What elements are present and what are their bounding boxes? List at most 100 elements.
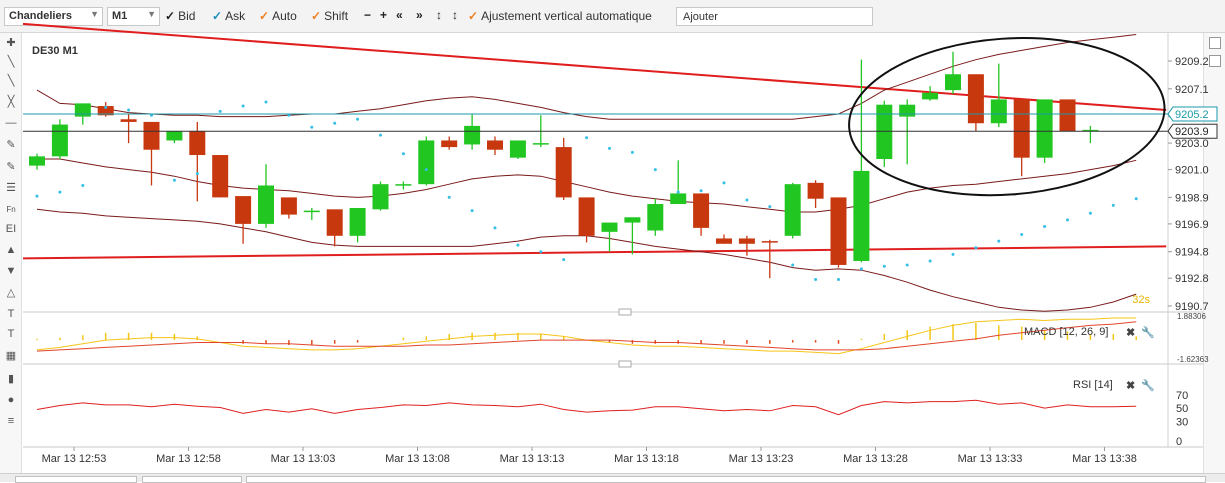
time-tick-label: Mar 13 13:28 bbox=[843, 453, 908, 465]
rsi-settings-icon[interactable]: 🔧 bbox=[1141, 378, 1155, 392]
bull-candle bbox=[945, 74, 961, 91]
macd-settings-icon[interactable]: 🔧 bbox=[1141, 325, 1155, 339]
sar-dot bbox=[585, 136, 589, 140]
sar-dot bbox=[58, 190, 62, 194]
time-tick-label: Mar 13 12:53 bbox=[42, 453, 107, 465]
bull-candle bbox=[51, 124, 68, 157]
bear-candle bbox=[235, 196, 252, 224]
sar-dot bbox=[539, 250, 543, 254]
bear-candle bbox=[693, 193, 710, 228]
sar-dot bbox=[722, 181, 726, 185]
price-tick-label: 9196.9 bbox=[1175, 219, 1209, 231]
bull-candle bbox=[853, 170, 870, 261]
bull-candle bbox=[899, 104, 916, 117]
rsi-tick-label: 50 bbox=[1176, 403, 1188, 415]
bull-candle bbox=[876, 104, 893, 159]
bull-candle bbox=[990, 99, 1007, 124]
ask-price-label: 9205.2 bbox=[1175, 109, 1209, 121]
bull-candle bbox=[509, 140, 526, 158]
bull-candle bbox=[349, 208, 366, 236]
chart-area: 9209.29207.19205.09203.09201.09198.99196… bbox=[22, 22, 1218, 473]
time-tick-label: Mar 13 13:38 bbox=[1072, 453, 1137, 465]
sar-dot bbox=[493, 226, 497, 230]
sar-dot bbox=[241, 104, 245, 108]
sar-dot bbox=[814, 278, 818, 282]
sar-dot bbox=[401, 152, 405, 156]
bull-candle bbox=[784, 184, 801, 236]
sar-dot bbox=[1043, 225, 1047, 229]
bull-candle bbox=[303, 210, 320, 213]
bull-candle bbox=[418, 140, 435, 185]
macd-label[interactable]: MACD [12, 26, 9] bbox=[1024, 326, 1108, 338]
price-tick-label: 9207.1 bbox=[1175, 84, 1209, 96]
sar-dot bbox=[379, 133, 382, 137]
rsi-label[interactable]: RSI [14] bbox=[1073, 379, 1113, 391]
sar-dot bbox=[1088, 211, 1092, 215]
rsi-tick-label: 30 bbox=[1176, 416, 1188, 428]
time-tick-label: Mar 13 13:33 bbox=[958, 453, 1023, 465]
bear-candle bbox=[326, 209, 343, 236]
bull-candle bbox=[601, 222, 618, 232]
panel-resize-handle bbox=[618, 360, 632, 368]
sar-dot bbox=[470, 209, 474, 213]
rsi-close-icon[interactable]: ✖ bbox=[1126, 380, 1135, 392]
bid-price-label: 9203.9 bbox=[1175, 126, 1209, 138]
sar-dot bbox=[516, 243, 520, 247]
bear-candle bbox=[120, 119, 137, 122]
sar-dot bbox=[310, 125, 314, 129]
sar-dot bbox=[1111, 203, 1115, 207]
time-tick-label: Mar 13 13:18 bbox=[614, 453, 679, 465]
time-tick-label: Mar 13 13:08 bbox=[385, 453, 450, 465]
ask-price-tag: 9205.2 bbox=[1167, 106, 1218, 122]
bear-candle bbox=[578, 197, 595, 236]
bear-candle bbox=[212, 155, 229, 198]
bear-candle bbox=[967, 74, 984, 124]
sar-dot bbox=[447, 195, 451, 199]
sar-dot bbox=[768, 205, 772, 209]
time-tick-label: Mar 13 12:58 bbox=[156, 453, 221, 465]
sar-dot bbox=[859, 267, 863, 271]
time-tick-label: Mar 13 13:13 bbox=[500, 453, 565, 465]
sar-dot bbox=[837, 278, 840, 282]
sar-dot bbox=[1020, 232, 1024, 236]
sar-dot bbox=[356, 117, 360, 121]
sar-dot bbox=[745, 198, 749, 202]
bull-candle bbox=[532, 143, 549, 145]
bear-candle bbox=[555, 147, 572, 198]
bull-candle bbox=[647, 204, 664, 231]
sar-dot bbox=[608, 146, 611, 150]
bear-candle bbox=[830, 197, 847, 265]
sar-dot bbox=[333, 121, 337, 125]
bull-candle bbox=[166, 131, 183, 141]
sar-dot bbox=[974, 246, 978, 250]
bear-candle bbox=[189, 131, 206, 156]
price-tick-label: 9198.9 bbox=[1175, 192, 1209, 204]
bid-price-tag: 9203.9 bbox=[1167, 123, 1218, 139]
price-tick-label: 9203.0 bbox=[1175, 138, 1209, 150]
sar-dot bbox=[928, 259, 932, 263]
bear-candle bbox=[441, 140, 458, 148]
bear-candle bbox=[738, 238, 755, 244]
sar-dot bbox=[882, 264, 886, 268]
price-tick-label: 9192.8 bbox=[1175, 273, 1209, 285]
time-tick-label: Mar 13 13:23 bbox=[729, 453, 794, 465]
price-tick-label: 9194.8 bbox=[1175, 247, 1209, 259]
time-tick-label: Mar 13 13:03 bbox=[271, 453, 336, 465]
bull-candle bbox=[395, 184, 412, 186]
sar-dot bbox=[562, 258, 566, 262]
sar-dot bbox=[104, 105, 108, 109]
panel-resize-handle bbox=[618, 308, 632, 316]
bull-candle bbox=[258, 185, 274, 224]
bear-candle bbox=[1013, 99, 1030, 158]
bear-candle bbox=[280, 197, 297, 215]
sar-dot bbox=[791, 263, 795, 267]
sar-dot bbox=[676, 190, 680, 194]
sar-dot bbox=[699, 189, 703, 193]
bull-candle bbox=[670, 193, 687, 205]
macd-close-icon[interactable]: ✖ bbox=[1126, 327, 1135, 339]
bull-candle bbox=[1036, 99, 1053, 158]
sar-dot bbox=[630, 150, 634, 154]
bull-candle bbox=[372, 184, 389, 210]
symbol-label: DE30 M1 bbox=[32, 45, 78, 57]
price-tick-label: 9201.0 bbox=[1175, 165, 1209, 177]
